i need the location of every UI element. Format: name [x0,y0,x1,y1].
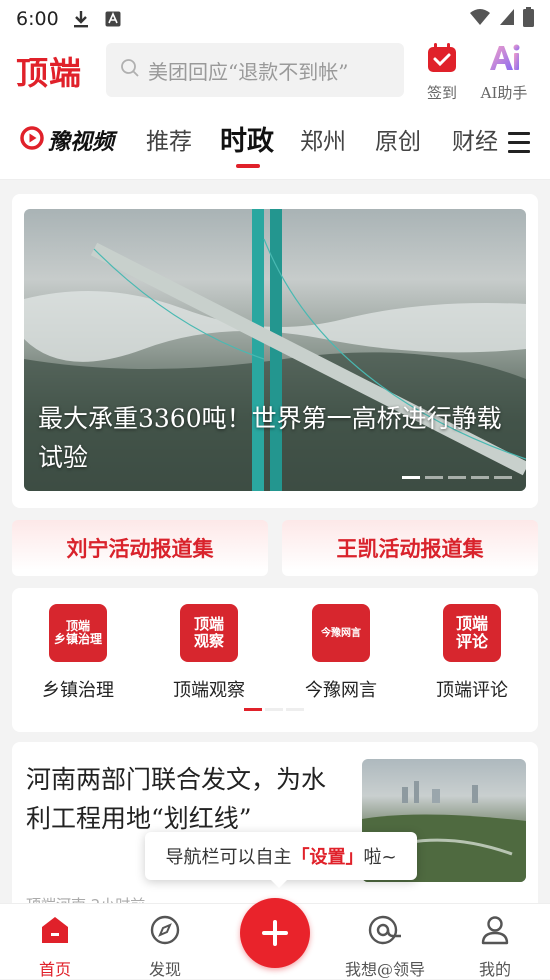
tab-politics[interactable]: 时政 [220,119,274,158]
tip-text-end: 啦~ [363,847,397,868]
publish-button[interactable] [240,898,310,968]
township-governance-icon: 顶端 乡镇治理 [49,604,107,662]
nav-label: 我想@领导 [344,960,425,979]
category-jinyu-wangyan[interactable]: 今豫网言 今豫网言 [291,604,391,702]
nav-home[interactable]: 首页 [10,914,100,980]
search-icon [120,58,140,82]
carousel-dots [402,476,512,479]
app-header: 顶端 美团回应“退款不到帐” 签到 AI助手 [0,38,550,102]
tip-highlight: 「设置」 [291,847,364,868]
commentary-icon: 顶端 评论 [443,604,501,662]
category-label: 顶端评论 [436,680,508,701]
category-label: 顶端观察 [173,680,245,701]
signal-icon [499,8,515,31]
news-title: 河南两部门联合发文，为水利工程用地“划红线” [26,765,327,833]
compass-icon [149,915,181,950]
menu-icon[interactable] [508,132,530,159]
hero-title: 最大承重3360吨！世界第一高桥进行静载试验 [38,404,502,472]
ai-icon [487,44,521,78]
user-icon [479,916,511,950]
brand-tab[interactable]: 豫视频 [20,124,114,156]
checkin-label: 签到 [426,84,457,102]
nav-profile[interactable]: 我的 [450,914,540,980]
channel-tabs: 豫视频 推荐 时政 郑州 原创 财经 [0,102,550,180]
checkin-button[interactable]: 签到 [412,42,472,103]
nav-label: 我的 [478,960,511,979]
report-collection-button[interactable]: 刘宁活动报道集 [12,520,268,576]
tab-zhengzhou[interactable]: 郑州 [300,122,346,156]
category-township-governance[interactable]: 顶端 乡镇治理 乡镇治理 [28,604,128,702]
search-bar[interactable]: 美团回应“退款不到帐” [106,43,404,97]
category-dingduan-observation[interactable]: 顶端 观察 顶端观察 [159,604,259,702]
app-notification-icon [105,10,121,28]
jinyu-wangyan-icon: 今豫网言 [312,604,370,662]
nav-discover[interactable]: 发现 [120,914,210,980]
category-pager [244,708,304,711]
tip-text: 导航栏可以自主 [165,847,292,868]
nav-label: 发现 [148,960,181,979]
hero-image: 最大承重3360吨！世界第一高桥进行静载试验 [24,209,526,491]
wifi-icon [469,8,491,31]
ai-assistant-button[interactable]: AI助手 [474,42,534,103]
at-target-icon [367,915,403,950]
search-placeholder: 美团回应“退款不到帐” [148,59,349,84]
brand-label: 豫视频 [48,130,115,155]
nav-ask-leader[interactable]: 我想@领导 [340,914,430,980]
tab-original[interactable]: 原创 [375,122,421,156]
battery-icon [523,6,534,32]
app-logo: 顶端 [16,54,83,92]
category-shortcuts: 顶端 乡镇治理 乡镇治理 顶端 观察 顶端观察 今豫网言 今豫网言 顶端 评论 … [12,588,538,732]
hero-carousel[interactable]: 最大承重3360吨！世界第一高桥进行静载试验 [12,194,538,508]
bottom-navigation: 首页 发现 我想@领导 我的 [0,898,550,980]
status-bar: 6:00 [0,0,550,38]
active-tab-indicator [236,164,260,168]
nav-settings-tip[interactable]: 导航栏可以自主 「设置」 啦~ [145,832,417,888]
calendar-check-icon [426,43,458,78]
status-time: 6:00 [16,8,59,30]
report-collection-button[interactable]: 王凯活动报道集 [282,520,538,576]
nav-label: 首页 [38,960,71,979]
download-icon [73,10,89,28]
observation-icon: 顶端 观察 [180,604,238,662]
category-dingduan-commentary[interactable]: 顶端 评论 顶端评论 [422,604,522,702]
category-label: 乡镇治理 [42,680,114,701]
tab-finance[interactable]: 财经 [452,122,498,156]
home-icon [39,917,71,950]
ai-label: AI助手 [480,84,528,102]
play-icon [20,126,44,154]
tab-recommend[interactable]: 推荐 [146,122,192,156]
plus-icon [262,920,288,946]
category-label: 今豫网言 [305,680,377,701]
